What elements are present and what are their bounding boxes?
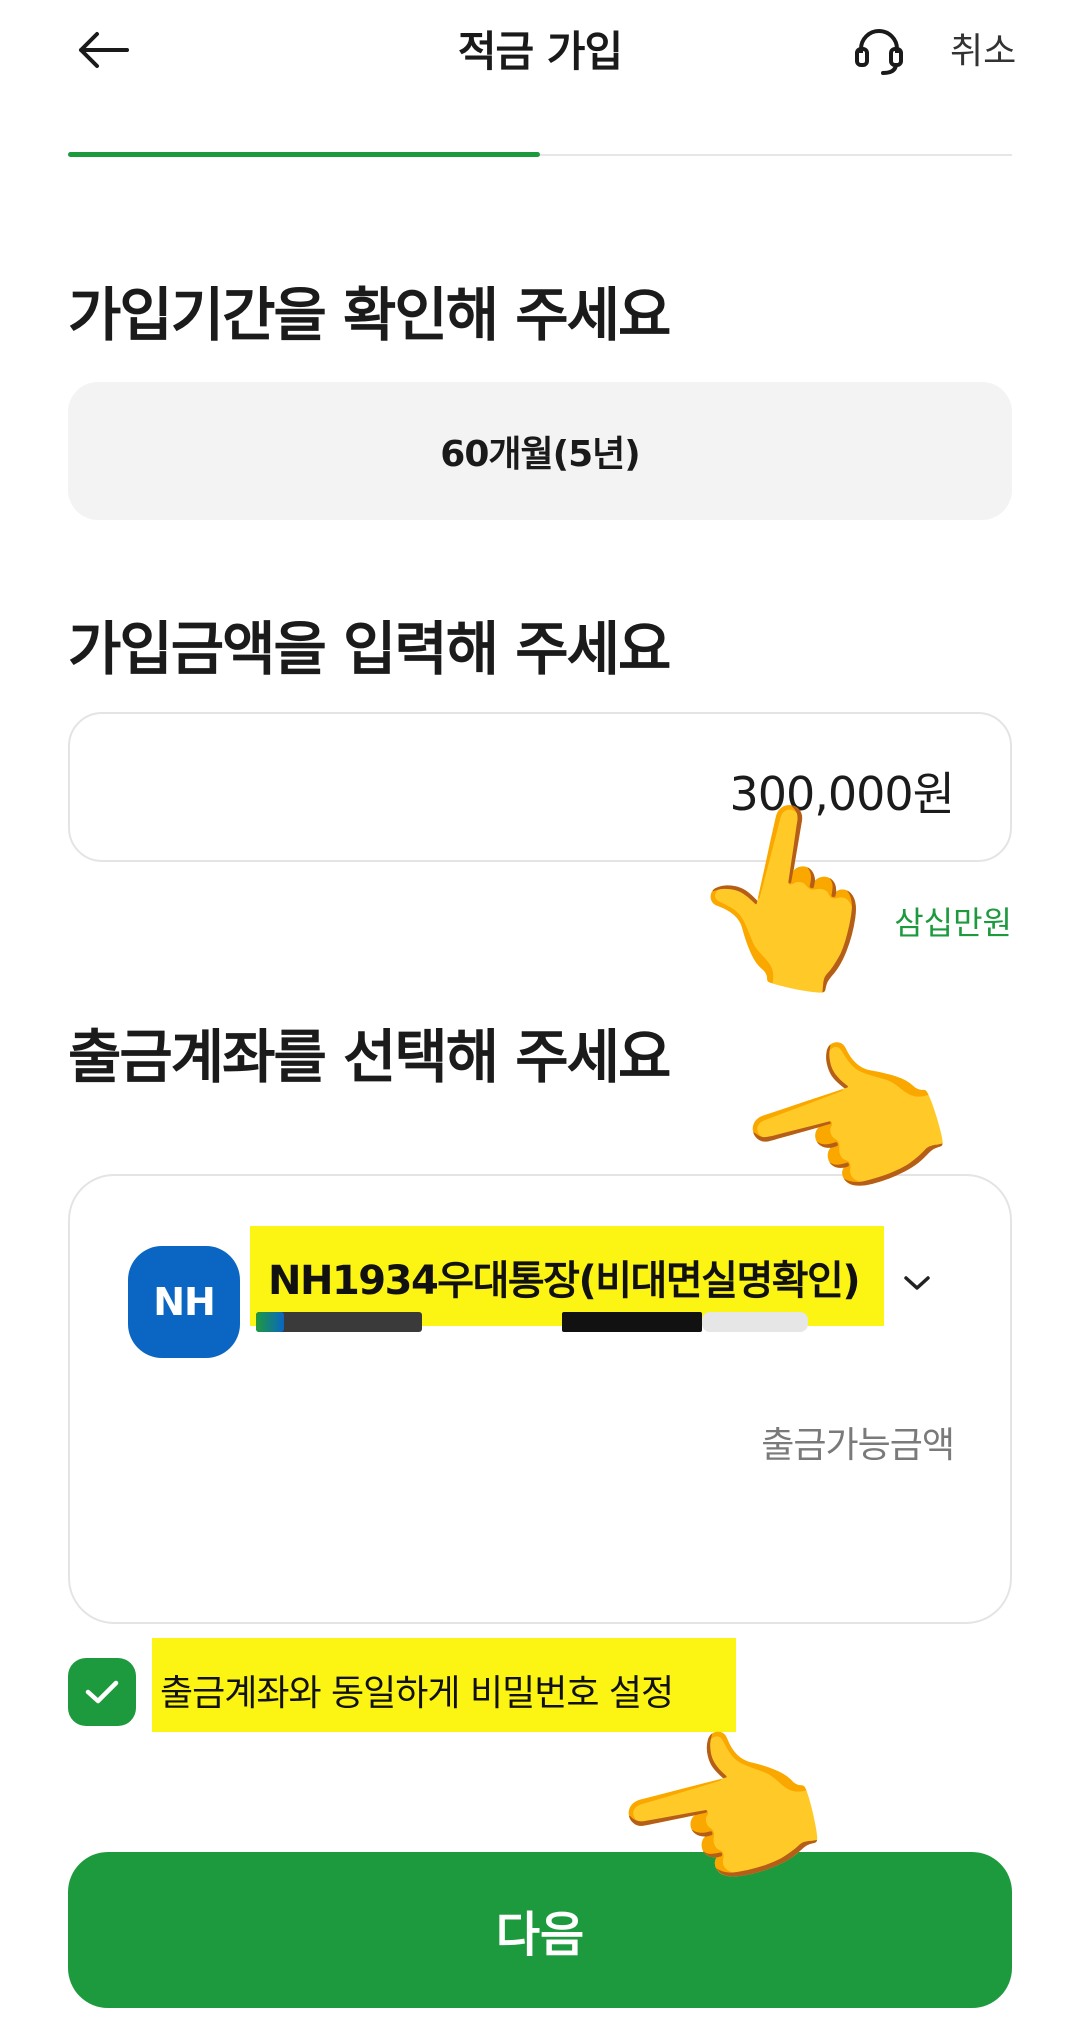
account-dropdown-button[interactable] bbox=[892, 1258, 942, 1308]
available-balance-label: 출금가능금액 bbox=[761, 1425, 955, 1466]
withdrawal-account-card[interactable]: NH NH1934우대통장(비대면실명확인) 출금가능금액 bbox=[68, 1174, 1012, 1624]
pointing-hand-emoji: 👆 bbox=[667, 778, 916, 1016]
cancel-button[interactable]: 취소 bbox=[950, 22, 1016, 74]
chevron-down-icon bbox=[904, 1276, 930, 1290]
progress-fill bbox=[68, 152, 540, 157]
next-button-label: 다음 bbox=[495, 1907, 585, 1963]
password-same-label[interactable]: 출금계좌와 동일하게 비밀번호 설정 bbox=[160, 1664, 674, 1716]
account-number-redaction bbox=[256, 1312, 422, 1332]
amount-korean-text: 삼십만원 bbox=[894, 904, 1012, 942]
page-title: 적금 가입 bbox=[457, 27, 623, 76]
bank-logo-text: NH bbox=[153, 1280, 216, 1324]
headset-icon bbox=[855, 29, 903, 75]
account-number-redaction bbox=[562, 1312, 702, 1332]
pointing-hand-emoji: 👉 bbox=[597, 1693, 851, 1937]
checkmark-icon bbox=[85, 1680, 119, 1704]
period-section-title: 가입기간을 확인해 주세요 bbox=[68, 281, 671, 349]
next-button[interactable]: 다음 bbox=[68, 1852, 1012, 2008]
amount-section-title: 가입금액을 입력해 주세요 bbox=[68, 615, 671, 683]
period-value: 60개월(5년) bbox=[440, 434, 640, 475]
nh-bank-logo: NH bbox=[128, 1246, 240, 1358]
customer-support-button[interactable] bbox=[848, 20, 910, 82]
account-section-title: 출금계좌를 선택해 주세요 bbox=[68, 1023, 671, 1091]
progress-bar bbox=[68, 152, 1012, 157]
header: 적금 가입 취소 bbox=[0, 0, 1080, 110]
password-same-checkbox[interactable] bbox=[68, 1658, 136, 1726]
account-number-redaction bbox=[702, 1312, 808, 1332]
savings-signup-page: 적금 가입 취소 가입기간을 확인해 주세요 60개월(5년) 가입금액을 입력… bbox=[0, 0, 1080, 2032]
period-selector[interactable]: 60개월(5년) bbox=[68, 382, 1012, 520]
account-name: NH1934우대통장(비대면실명확인) bbox=[268, 1258, 861, 1304]
